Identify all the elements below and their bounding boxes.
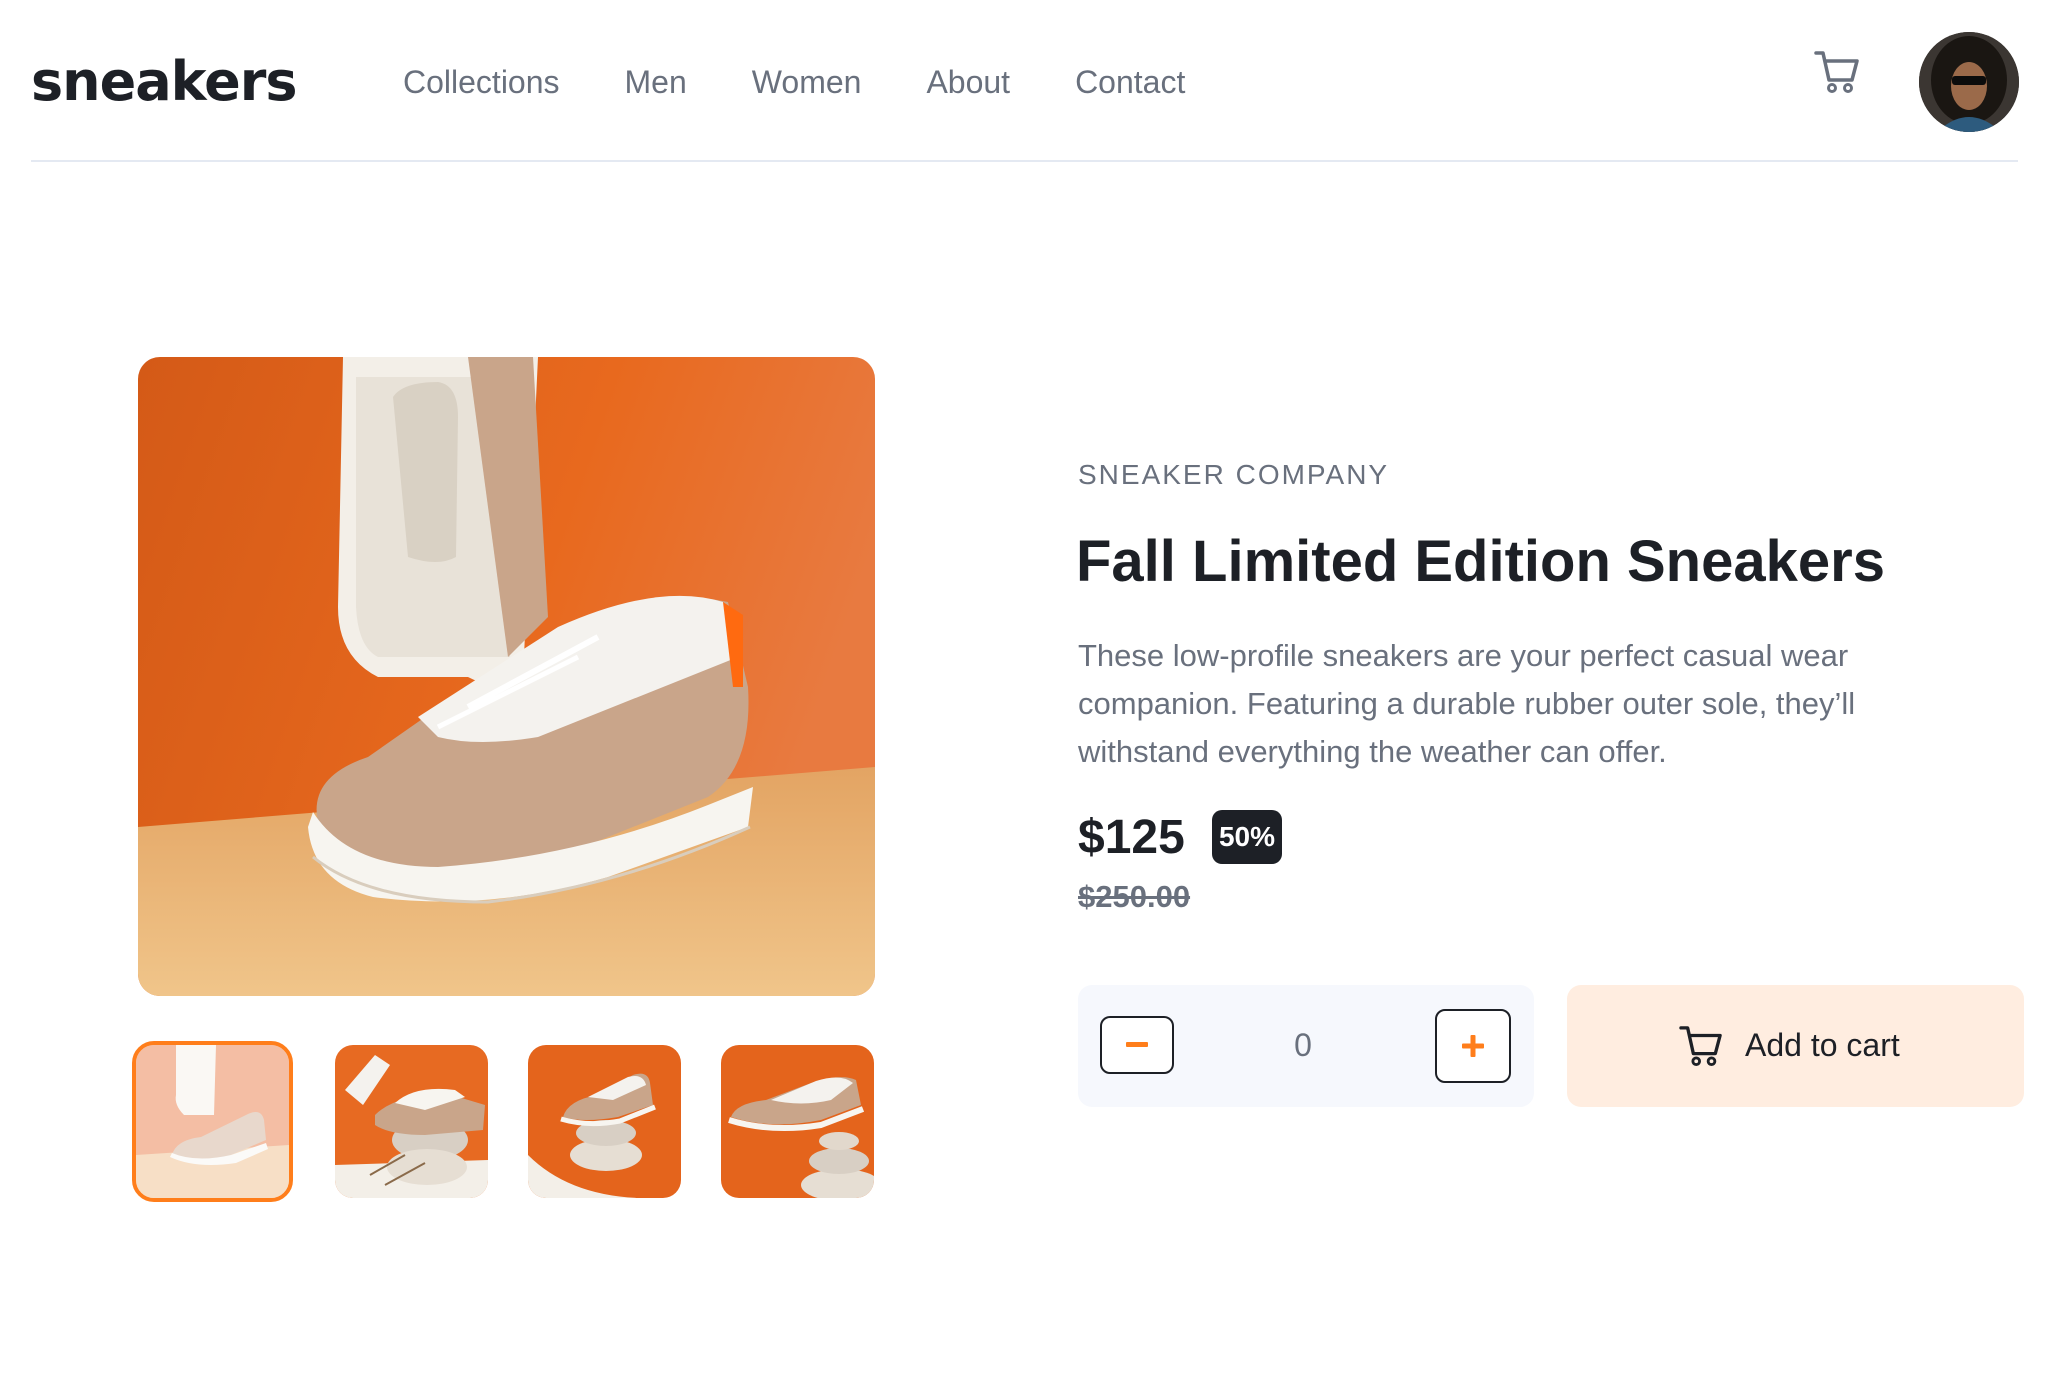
- original-price: $250.00: [1078, 879, 1191, 914]
- thumbnail-image-1: [136, 1045, 289, 1198]
- thumbnail-3[interactable]: [528, 1045, 681, 1198]
- nav-collections[interactable]: Collections: [403, 62, 560, 102]
- increase-quantity-button[interactable]: [1435, 1009, 1511, 1083]
- add-to-cart-button[interactable]: Add to cart: [1567, 985, 2024, 1107]
- main-product-image[interactable]: [138, 357, 875, 996]
- current-price: $125: [1078, 811, 1185, 864]
- user-avatar[interactable]: [1919, 32, 2019, 132]
- thumbnail-4[interactable]: [721, 1045, 874, 1198]
- cart-icon: [1814, 51, 1859, 93]
- decrease-quantity-button[interactable]: [1100, 1016, 1174, 1074]
- sneaker-photo: [138, 357, 875, 996]
- thumbnail-image-2: [335, 1045, 488, 1198]
- product-title: Fall Limited Edition Sneakers: [1076, 529, 1885, 594]
- add-to-cart-label: Add to cart: [1745, 1027, 1900, 1063]
- product-page: sneakers Collections Men Women About Con…: [0, 0, 2048, 1392]
- thumbnail-image-4: [721, 1045, 874, 1198]
- nav-women[interactable]: Women: [752, 62, 862, 102]
- thumbnail-1[interactable]: [132, 1041, 293, 1202]
- cart-icon: [1679, 1026, 1722, 1067]
- nav-contact[interactable]: Contact: [1075, 62, 1185, 102]
- site-header: sneakers Collections Men Women About Con…: [31, 0, 2019, 162]
- quantity-value: 0: [1294, 1027, 1312, 1063]
- cart-button[interactable]: [1814, 50, 1866, 100]
- nav-men[interactable]: Men: [625, 62, 687, 102]
- logo[interactable]: sneakers: [31, 52, 298, 112]
- company-name: SNEAKER COMPANY: [1078, 459, 1390, 490]
- thumbnail-image-3: [528, 1045, 681, 1198]
- quantity-stepper: 0: [1078, 985, 1534, 1107]
- product-description: These low-profile sneakers are your perf…: [1078, 638, 1856, 769]
- minus-icon: [1126, 1042, 1148, 1047]
- main-nav: Collections Men Women About Contact: [403, 62, 1250, 102]
- avatar-image: [1919, 32, 2019, 132]
- nav-about[interactable]: About: [926, 62, 1010, 102]
- discount-badge: 50%: [1212, 810, 1282, 864]
- plus-icon: [1462, 1035, 1484, 1057]
- thumbnail-2[interactable]: [335, 1045, 488, 1198]
